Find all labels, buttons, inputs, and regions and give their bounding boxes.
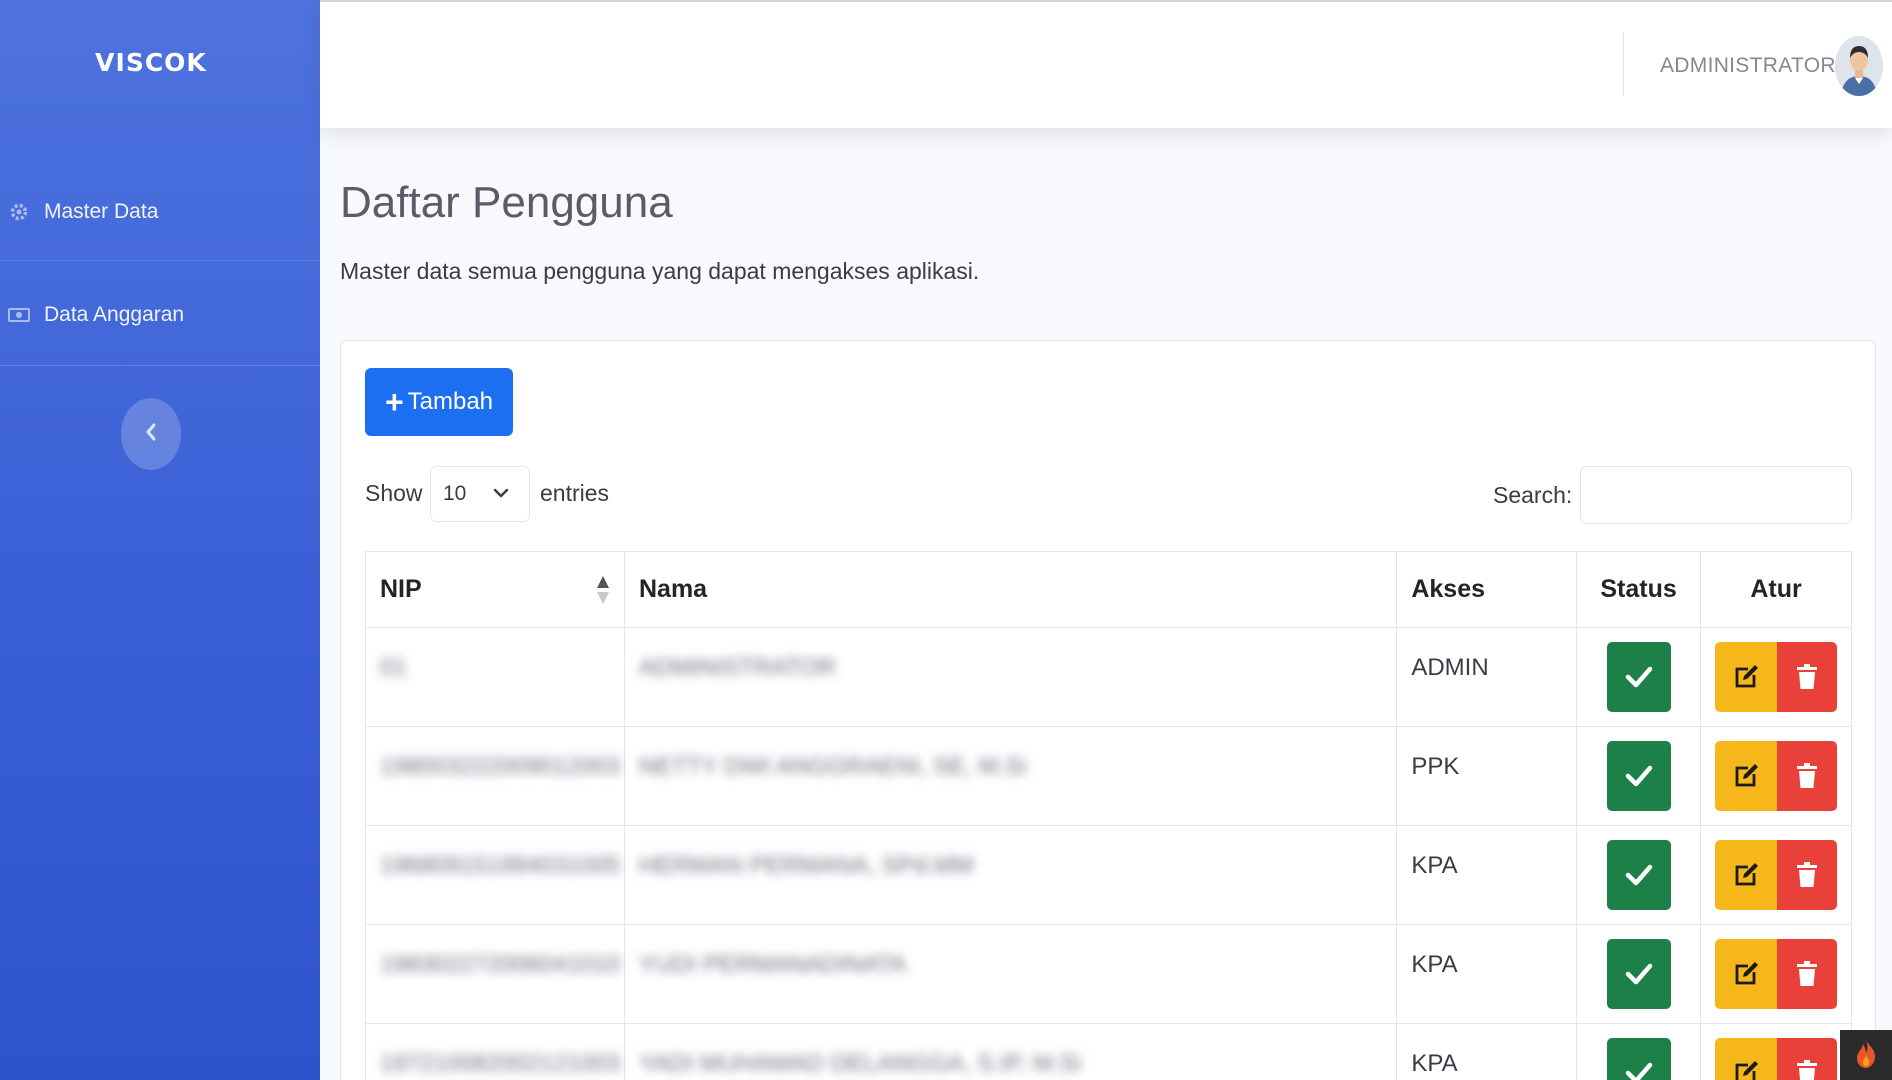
nip-cell: 01 xyxy=(380,654,407,681)
column-header-status[interactable]: Status xyxy=(1576,551,1702,628)
nama-cell: YUDI PERMANADINATA xyxy=(638,951,907,978)
page-description: Master data semua pengguna yang dapat me… xyxy=(340,258,980,284)
edit-button[interactable] xyxy=(1715,741,1778,811)
user-name[interactable]: ADMINISTRATOR xyxy=(1660,54,1836,78)
table-header-row: NIP Nama Akses Status Atur xyxy=(365,551,1852,628)
entries-select-value: 10 xyxy=(443,482,467,505)
fire-badge[interactable] xyxy=(1840,1030,1892,1080)
sort-icon xyxy=(596,574,610,613)
sidebar: VISCOK Master Data Data Anggaran xyxy=(0,0,320,1080)
add-button-label: Tambah xyxy=(407,388,494,415)
edit-button[interactable] xyxy=(1715,1038,1778,1080)
chevron-left-icon xyxy=(145,421,157,447)
delete-button[interactable] xyxy=(1777,741,1838,811)
delete-button[interactable] xyxy=(1777,642,1838,712)
row-actions xyxy=(1715,840,1838,910)
status-active-button[interactable] xyxy=(1606,1038,1671,1080)
row-actions xyxy=(1715,1038,1838,1080)
check-icon xyxy=(1625,765,1652,787)
column-header-akses[interactable]: Akses xyxy=(1396,551,1578,628)
column-header-nama[interactable]: Nama xyxy=(623,551,1398,628)
entries-label: entries xyxy=(540,480,610,506)
edit-icon xyxy=(1735,863,1759,886)
table-row: 197210082002121003 YADI MUHAMAD DELANGGA… xyxy=(365,1023,1852,1080)
trash-icon xyxy=(1797,763,1818,788)
edit-button[interactable] xyxy=(1715,840,1778,910)
check-icon xyxy=(1625,963,1652,985)
page-title: Daftar Pengguna xyxy=(340,178,673,227)
delete-button[interactable] xyxy=(1777,840,1838,910)
topbar-divider xyxy=(1623,32,1624,96)
trash-icon xyxy=(1797,664,1818,689)
akses-cell: KPA xyxy=(1396,825,1578,925)
plus-icon: + xyxy=(384,384,404,420)
edit-icon xyxy=(1735,665,1759,688)
status-active-button[interactable] xyxy=(1606,840,1671,910)
entries-select[interactable]: 10 xyxy=(430,466,530,522)
sidebar-item-master-data[interactable]: Master Data xyxy=(0,182,320,242)
sidebar-collapse-button[interactable] xyxy=(121,398,181,470)
add-user-button[interactable]: + Tambah xyxy=(365,368,513,436)
delete-button[interactable] xyxy=(1777,939,1838,1009)
row-actions xyxy=(1715,741,1838,811)
edit-button[interactable] xyxy=(1715,642,1778,712)
search-label: Search: xyxy=(1493,482,1573,508)
show-label: Show xyxy=(365,480,423,506)
sidebar-divider xyxy=(0,365,320,366)
user-avatar[interactable] xyxy=(1835,36,1883,96)
nama-cell: ADMINISTRATOR xyxy=(638,654,836,681)
column-header-nip[interactable]: NIP xyxy=(365,551,625,628)
table-row: 198302272006041010 YUDI PERMANADINATA KP… xyxy=(365,924,1852,1024)
gear-icon xyxy=(8,201,30,223)
edit-icon xyxy=(1735,764,1759,787)
column-header-atur[interactable]: Atur xyxy=(1700,551,1852,628)
chevron-down-icon xyxy=(493,483,509,509)
sidebar-item-label: Master Data xyxy=(44,200,159,223)
check-icon xyxy=(1625,864,1652,886)
search-input[interactable] xyxy=(1580,466,1852,524)
trash-icon xyxy=(1797,862,1818,887)
table-row: 196809151994031005 HERMAN PERMANA, SPd.M… xyxy=(365,825,1852,925)
trash-icon xyxy=(1797,961,1818,986)
trash-icon xyxy=(1797,1060,1818,1080)
nip-cell: 198302272006041010 xyxy=(380,951,621,978)
sidebar-item-data-anggaran[interactable]: Data Anggaran xyxy=(0,285,320,345)
status-active-button[interactable] xyxy=(1606,741,1671,811)
nama-cell: YADI MUHAMAD DELANGGA, S.IP, M.Si xyxy=(638,1050,1081,1077)
sidebar-divider xyxy=(0,260,320,261)
brand-logo[interactable]: VISCOK xyxy=(0,48,302,77)
edit-icon xyxy=(1735,962,1759,985)
fire-icon xyxy=(1853,1037,1879,1074)
nama-cell: NETTY DWI ANGGRAENI, SE, M.Si xyxy=(638,753,1027,780)
row-actions xyxy=(1715,939,1838,1009)
edit-button[interactable] xyxy=(1715,939,1778,1009)
nama-cell: HERMAN PERMANA, SPd.MM xyxy=(638,852,974,879)
status-active-button[interactable] xyxy=(1606,939,1671,1009)
akses-cell: ADMIN xyxy=(1396,627,1578,727)
status-active-button[interactable] xyxy=(1606,642,1671,712)
akses-cell: KPA xyxy=(1396,924,1578,1024)
sidebar-item-label: Data Anggaran xyxy=(44,303,185,326)
akses-cell: PPK xyxy=(1396,726,1578,826)
table-row: 198003222009012003 NETTY DWI ANGGRAENI, … xyxy=(365,726,1852,826)
nip-cell: 197210082002121003 xyxy=(380,1050,621,1077)
akses-cell: KPA xyxy=(1396,1023,1578,1080)
users-table: NIP Nama Akses Status Atur 01 ADMINISTRA… xyxy=(365,551,1852,1080)
nip-cell: 198003222009012003 xyxy=(380,753,621,780)
delete-button[interactable] xyxy=(1777,1038,1838,1080)
money-bill-icon xyxy=(8,304,30,326)
check-icon xyxy=(1625,1062,1652,1080)
nip-cell: 196809151994031005 xyxy=(380,852,621,879)
row-actions xyxy=(1715,642,1838,712)
table-row: 01 ADMINISTRATOR ADMIN xyxy=(365,627,1852,727)
topbar xyxy=(320,0,1892,128)
edit-icon xyxy=(1735,1061,1759,1080)
check-icon xyxy=(1625,666,1652,688)
